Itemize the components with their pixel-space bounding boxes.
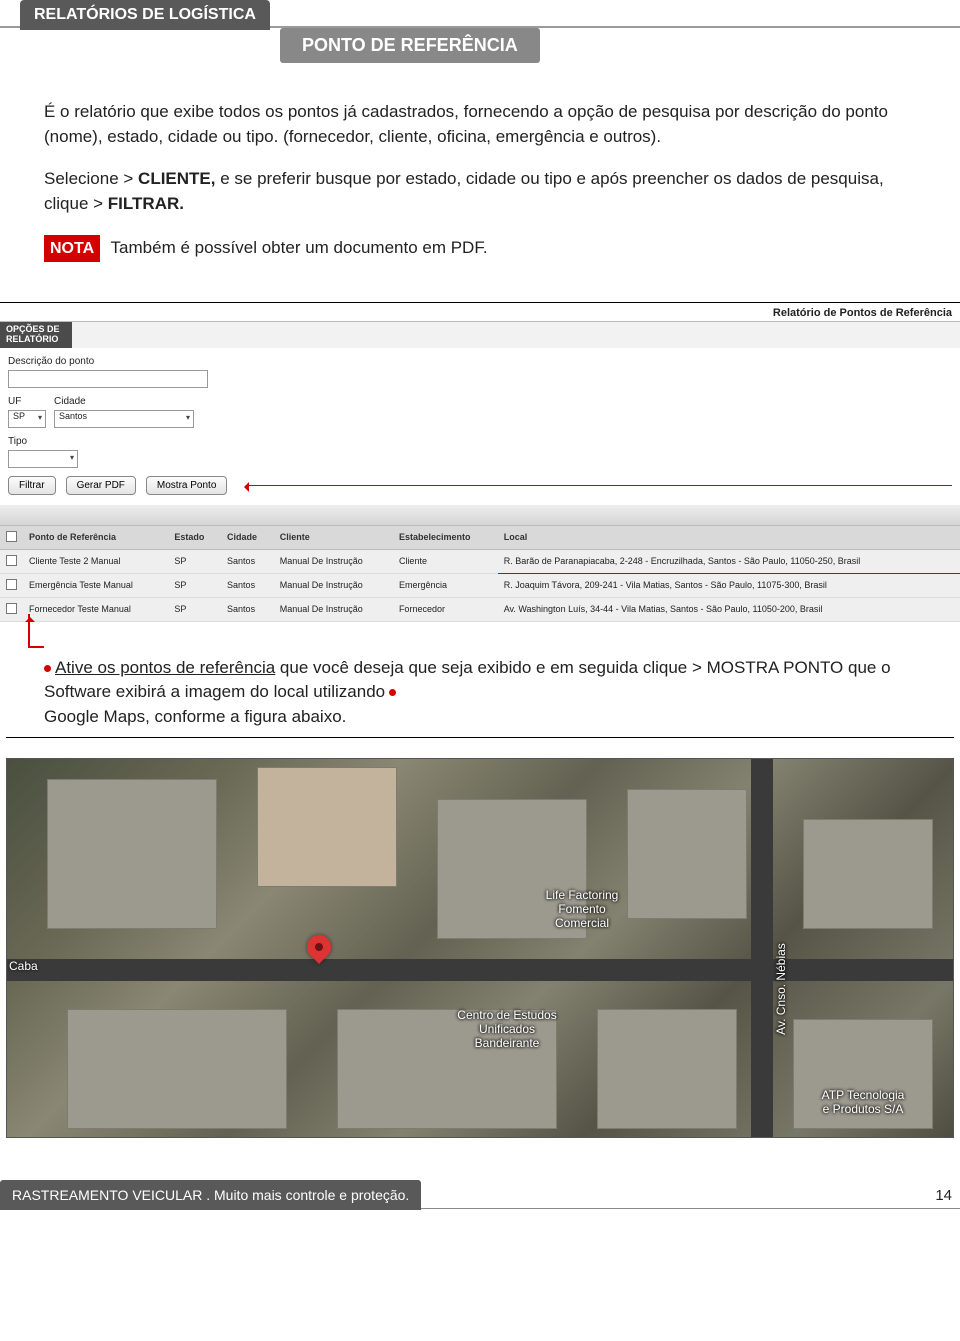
tab-ponto-referencia: PONTO DE REFERÊNCIA [280,28,540,63]
select-cidade[interactable]: Santos [54,410,194,428]
cell-ponto: Emergência Teste Manual [23,573,168,597]
select-uf[interactable]: SP [8,410,46,428]
map-label-atp: ATP Tecnologiae Produtos S/A [803,1089,923,1117]
nota-badge: NOTA [44,235,100,262]
cell-estab: Cliente [393,549,498,573]
map-building [803,819,933,929]
bullet-icon [389,689,396,696]
map-road-horizontal [7,959,953,981]
bullet-icon [44,665,51,672]
col-estado: Estado [168,525,221,549]
screenshot-report-panel: Relatório de Pontos de Referência OPÇÕES… [0,302,960,622]
row-checkbox[interactable] [6,603,17,614]
annotation-underline: Ative os pontos de referência [55,658,275,677]
spacer-gradient [0,505,960,525]
tab-relatorios: RELATÓRIOS DE LOGÍSTICA [20,0,270,30]
row-checkbox[interactable] [6,555,17,566]
nota-text: Também é possível obter um documento em … [106,238,487,257]
cell-local: R. Joaquim Távora, 209-241 - Vila Matias… [498,573,960,597]
results-table: Ponto de Referência Estado Cidade Client… [0,525,960,622]
row-checkbox[interactable] [6,579,17,590]
cell-estado: SP [168,573,221,597]
cell-estado: SP [168,597,221,621]
map-label-av-nebias: Av. Cnso. Nébias [775,919,789,1059]
filter-area: Descrição do ponto UF SP Cidade Santos T… [0,348,960,505]
cell-local: R. Barão de Paranapiacaba, 2-248 - Encru… [498,549,960,573]
label-uf: UF [8,396,46,407]
paragraph-2: Selecione > CLIENTE, e se preferir busqu… [44,167,916,216]
col-checkbox [0,525,23,549]
footer-line: 14 [421,1180,960,1209]
paragraph-nota: NOTA Também é possível obter um document… [44,235,916,262]
label-cidade: Cidade [54,396,194,407]
input-descricao[interactable] [8,370,208,388]
map-building [627,789,747,919]
table-row: Emergência Teste Manual SP Santos Manual… [0,573,960,597]
cell-cliente: Manual De Instrução [274,597,393,621]
cell-ponto: Cliente Teste 2 Manual [23,549,168,573]
table-header-row: Ponto de Referência Estado Cidade Client… [0,525,960,549]
cell-cidade: Santos [221,597,274,621]
col-ponto: Ponto de Referência [23,525,168,549]
opcoes-relatorio-label: OPÇÕES DE RELATÓRIO [0,322,72,348]
callout-arrow-buttons [249,485,952,486]
col-local: Local [498,525,960,549]
map-road-vertical [751,759,773,1137]
header-tabs: RELATÓRIOS DE LOGÍSTICA PONTO DE REFERÊN… [0,0,960,70]
filtrar-button[interactable]: Filtrar [8,476,56,495]
label-descricao: Descrição do ponto [8,356,208,367]
cell-estado: SP [168,549,221,573]
map-building [67,1009,287,1129]
cell-local: Av. Washington Luís, 34-44 - Vila Matias… [498,597,960,621]
map-building [257,767,397,887]
map-label-caba: Caba [9,959,38,973]
select-cidade-value: Santos [55,409,91,423]
paragraph-1: É o relatório que exibe todos os pontos … [44,100,916,149]
footer-page-number: 14 [935,1187,952,1204]
col-estab: Estabelecimento [393,525,498,549]
cell-cliente: Manual De Instrução [274,573,393,597]
label-tipo: Tipo [8,436,78,447]
cell-estab: Fornecedor [393,597,498,621]
annotation-text: Ative os pontos de referência que você d… [44,656,916,730]
panel-title: Relatório de Pontos de Referência [0,303,960,322]
table-row: Fornecedor Teste Manual SP Santos Manual… [0,597,960,621]
select-tipo[interactable] [8,450,78,468]
cell-cliente: Manual De Instrução [274,549,393,573]
callout-arrow-up [28,614,44,648]
cell-cidade: Santos [221,573,274,597]
col-cidade: Cidade [221,525,274,549]
table-row: Cliente Teste 2 Manual SP Santos Manual … [0,549,960,573]
cell-ponto: Fornecedor Teste Manual [23,597,168,621]
mostra-ponto-button[interactable]: Mostra Ponto [146,476,227,495]
select-uf-value: SP [9,409,29,423]
checkbox-all[interactable] [6,531,17,542]
map-label-life-factoring: Life FactoringFomentoComercial [527,889,637,930]
gerar-pdf-button[interactable]: Gerar PDF [66,476,136,495]
map-building [597,1009,737,1129]
map-screenshot: Caba Life FactoringFomentoComercial Cent… [6,758,954,1138]
map-building [47,779,217,929]
p2-pre: Selecione > [44,169,138,188]
p2-bold1: CLIENTE, [138,169,215,188]
p2-bold2: FILTRAR. [108,194,184,213]
footer: RASTREAMENTO VEICULAR . Muito mais contr… [0,1180,960,1210]
col-cliente: Cliente [274,525,393,549]
footer-text: RASTREAMENTO VEICULAR . Muito mais contr… [0,1180,421,1210]
cell-cidade: Santos [221,549,274,573]
annotation-rule [6,737,954,738]
annotation-rest2: Google Maps, conforme a figura abaixo. [44,707,346,726]
map-label-centro-estudos: Centro de EstudosUnificadosBandeirante [437,1009,577,1050]
cell-estab: Emergência [393,573,498,597]
callout-arrow-up-wrap [0,622,960,652]
body-text: É o relatório que exibe todos os pontos … [44,100,916,262]
